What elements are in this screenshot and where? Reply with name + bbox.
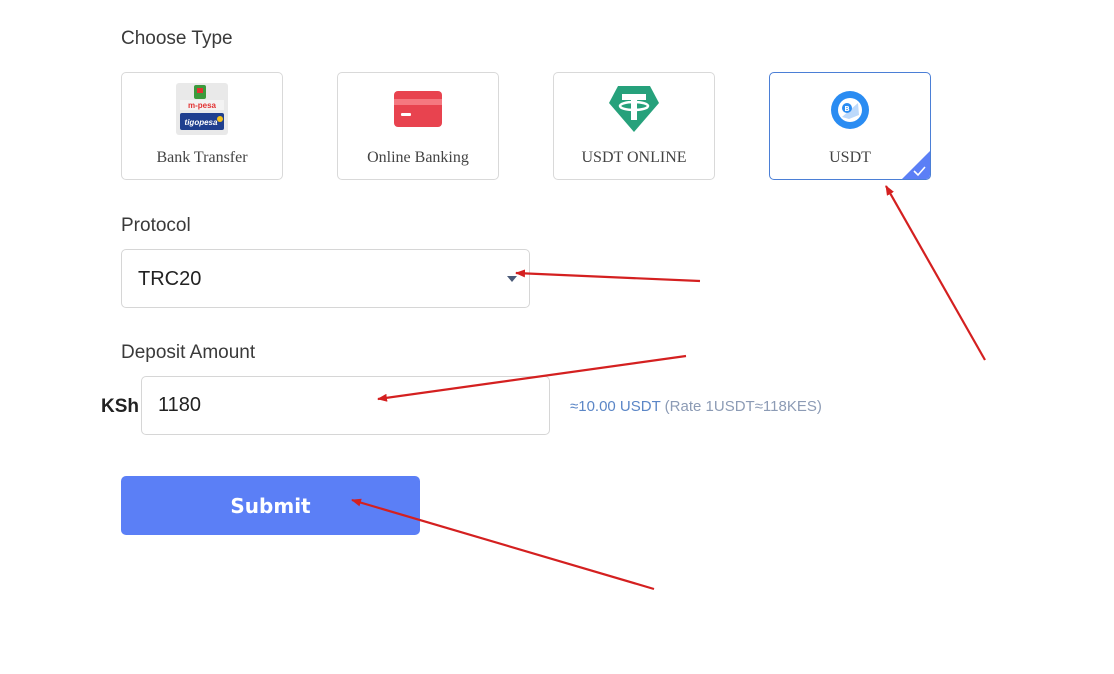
caret-down-icon xyxy=(507,276,517,282)
type-option-usdt[interactable]: B USDT xyxy=(769,72,931,180)
type-option-label: USDT ONLINE xyxy=(581,149,687,166)
type-option-online-banking[interactable]: Online Banking xyxy=(337,72,499,180)
tether-icon xyxy=(608,85,660,138)
svg-text:tigopesa: tigopesa xyxy=(185,118,218,127)
type-option-usdt-online[interactable]: USDT ONLINE xyxy=(553,72,715,180)
type-option-label: Bank Transfer xyxy=(156,149,248,166)
choose-type-label: Choose Type xyxy=(121,28,233,49)
type-option-label: Online Banking xyxy=(367,149,469,166)
deposit-amount-label: Deposit Amount xyxy=(121,342,256,363)
mpesa-tigopesa-logo-icon: m-pesa tigopesa xyxy=(176,83,228,140)
currency-prefix: KSh xyxy=(101,396,139,417)
protocol-selected-value: TRC20 xyxy=(138,268,202,290)
submit-button[interactable]: Submit xyxy=(121,476,420,535)
exchange-rate: (Rate 1USDT≈118KES) xyxy=(664,398,822,415)
type-option-bank-transfer[interactable]: m-pesa tigopesa Bank Transfer xyxy=(121,72,283,180)
usdt-equivalent: ≈10.00 USDT xyxy=(570,398,661,415)
protocol-select[interactable]: TRC20 xyxy=(121,249,530,308)
usdt-coin-icon: B xyxy=(831,91,869,134)
protocol-label: Protocol xyxy=(121,215,191,236)
card-icon xyxy=(394,91,442,132)
deposit-form: Choose Type m-pesa tigopesa Bank Transfe… xyxy=(0,0,1114,674)
svg-text:B: B xyxy=(844,105,849,113)
deposit-amount-input[interactable] xyxy=(141,376,550,435)
selected-check-icon xyxy=(902,151,930,179)
arrow-to-protocol-select xyxy=(515,269,701,283)
arrow-to-usdt-option xyxy=(885,185,986,361)
conversion-info: ≈10.00 USDT (Rate 1USDT≈118KES) xyxy=(570,398,822,415)
svg-text:m-pesa: m-pesa xyxy=(188,101,217,110)
